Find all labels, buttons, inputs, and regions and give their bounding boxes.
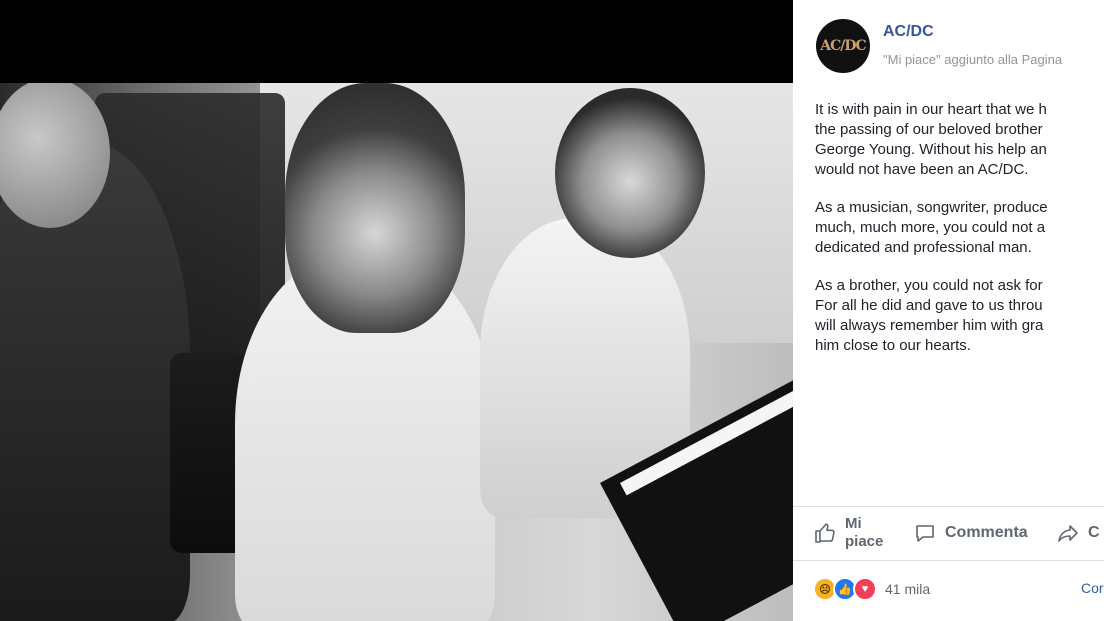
- page-name-link[interactable]: AC/DC: [883, 23, 934, 41]
- like-button[interactable]: Mi piace: [813, 508, 895, 558]
- avatar-logo: AC/DC: [820, 38, 866, 54]
- post-paragraph: As a musician, songwriter, produce much,…: [815, 199, 1048, 256]
- post-header: AC/DC AC/DC "Mi piace" aggiunto alla Pag…: [793, 0, 1104, 90]
- photo-person-right-head: [555, 88, 705, 258]
- comment-label: Commenta: [945, 524, 1028, 541]
- divider: [793, 560, 1104, 561]
- comment-icon: [916, 525, 934, 542]
- post-text: It is with pain in our heart that we h t…: [815, 100, 1104, 374]
- share-button[interactable]: C: [1056, 508, 1100, 558]
- comments-link[interactable]: Cor: [1081, 580, 1104, 596]
- comment-button[interactable]: Commenta: [913, 508, 1028, 558]
- post-photo[interactable]: [0, 83, 793, 621]
- divider: [793, 506, 1104, 507]
- page-avatar[interactable]: AC/DC: [816, 19, 870, 73]
- share-icon: [1058, 525, 1078, 542]
- like-label: Mi piace: [845, 515, 884, 550]
- photo-viewer[interactable]: [0, 0, 793, 621]
- reaction-count: 41 mila: [885, 581, 931, 597]
- share-label: C: [1088, 524, 1100, 541]
- reactions-summary[interactable]: ☹ 👍 ♥ 41 mila: [813, 574, 930, 604]
- photo-person-center-head: [285, 83, 465, 333]
- post-subline: "Mi piace" aggiunto alla Pagina: [883, 52, 1063, 67]
- love-reaction-icon: ♥: [853, 577, 877, 601]
- like-icon: [815, 523, 835, 543]
- post-paragraph: It is with pain in our heart that we h t…: [815, 101, 1047, 178]
- post-sidebar: AC/DC AC/DC "Mi piace" aggiunto alla Pag…: [793, 0, 1104, 621]
- post-paragraph: As a brother, you could not ask for For …: [815, 277, 1044, 354]
- post-actions: Mi piace Commenta C: [793, 508, 1104, 558]
